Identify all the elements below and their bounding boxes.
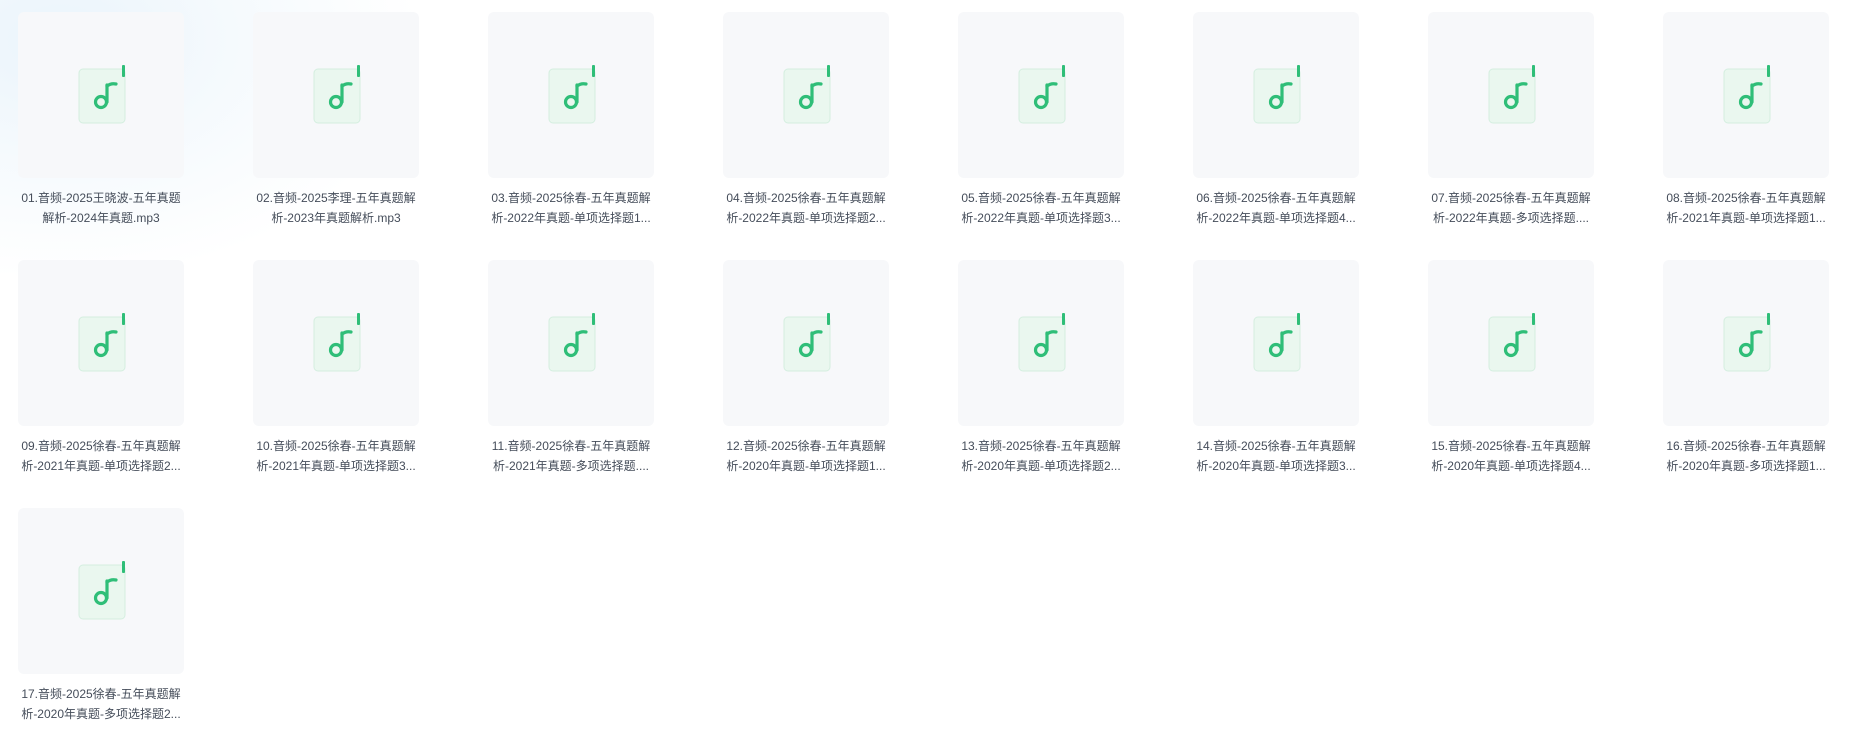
file-thumbnail[interactable] <box>1428 260 1594 426</box>
file-name-line-2: 析-2022年真题-单项选择题3... <box>961 211 1121 225</box>
file-thumbnail[interactable] <box>723 260 889 426</box>
file-thumbnail[interactable] <box>253 12 419 178</box>
file-name-line-1: 08.音频-2025徐春-五年真题解 <box>1666 191 1826 205</box>
file-name: 11.音频-2025徐春-五年真题解 析-2021年真题-多项选择题.... <box>453 436 689 476</box>
file-name-line-1: 05.音频-2025徐春-五年真题解 <box>961 191 1121 205</box>
file-name-line-2: 析-2020年真题-单项选择题2... <box>961 459 1121 473</box>
file-thumbnail[interactable] <box>18 260 184 426</box>
file-thumbnail[interactable] <box>1663 260 1829 426</box>
file-name: 06.音频-2025徐春-五年真题解 析-2022年真题-单项选择题4... <box>1158 188 1394 228</box>
file-name-line-1: 17.音频-2025徐春-五年真题解 <box>21 687 181 701</box>
file-name-line-1: 14.音频-2025徐春-五年真题解 <box>1196 439 1356 453</box>
file-name-line-1: 04.音频-2025徐春-五年真题解 <box>726 191 886 205</box>
file-name-line-2: 析-2020年真题-单项选择题4... <box>1431 459 1591 473</box>
file-item[interactable]: 05.音频-2025徐春-五年真题解 析-2022年真题-单项选择题3... <box>890 0 1125 238</box>
audio-file-icon <box>78 561 128 621</box>
file-item[interactable]: 09.音频-2025徐春-五年真题解 析-2021年真题-单项选择题2... <box>0 248 185 486</box>
file-name-line-2: 析-2022年真题-多项选择题.... <box>1432 211 1590 225</box>
audio-file-icon <box>313 65 363 125</box>
file-name-line-2: 析-2021年真题-单项选择题1... <box>1666 211 1826 225</box>
file-thumbnail[interactable] <box>1193 260 1359 426</box>
file-name: 07.音频-2025徐春-五年真题解 析-2022年真题-多项选择题.... <box>1393 188 1629 228</box>
file-item[interactable]: 01.音频-2025王晓波-五年真题 解析-2024年真题.mp3 <box>0 0 185 238</box>
audio-file-icon <box>1018 65 1068 125</box>
file-item[interactable]: 12.音频-2025徐春-五年真题解 析-2020年真题-单项选择题1... <box>655 248 890 486</box>
file-thumbnail[interactable] <box>958 260 1124 426</box>
file-name: 13.音频-2025徐春-五年真题解 析-2020年真题-单项选择题2... <box>923 436 1159 476</box>
file-name: 03.音频-2025徐春-五年真题解 析-2022年真题-单项选择题1... <box>453 188 689 228</box>
file-name-line-2: 析-2022年真题-单项选择题2... <box>726 211 886 225</box>
audio-file-icon <box>548 313 598 373</box>
file-name-line-1: 06.音频-2025徐春-五年真题解 <box>1196 191 1356 205</box>
file-name: 02.音频-2025李理-五年真题解 析-2023年真题解析.mp3 <box>218 188 454 228</box>
file-item[interactable]: 10.音频-2025徐春-五年真题解 析-2021年真题-单项选择题3... <box>185 248 420 486</box>
file-item[interactable]: 15.音频-2025徐春-五年真题解 析-2020年真题-单项选择题4... <box>1360 248 1595 486</box>
audio-file-icon <box>1723 65 1773 125</box>
file-name-line-1: 16.音频-2025徐春-五年真题解 <box>1666 439 1826 453</box>
file-name-line-2: 析-2022年真题-单项选择题1... <box>491 211 651 225</box>
file-thumbnail[interactable] <box>1428 12 1594 178</box>
file-name-line-1: 02.音频-2025李理-五年真题解 <box>256 191 416 205</box>
audio-file-icon <box>1018 313 1068 373</box>
audio-file-icon <box>1488 65 1538 125</box>
file-name: 16.音频-2025徐春-五年真题解 析-2020年真题-多项选择题1... <box>1628 436 1855 476</box>
file-thumbnail[interactable] <box>18 12 184 178</box>
file-name-line-1: 10.音频-2025徐春-五年真题解 <box>256 439 416 453</box>
file-thumbnail[interactable] <box>488 12 654 178</box>
file-name-line-2: 析-2020年真题-多项选择题2... <box>21 707 181 721</box>
file-name-line-1: 13.音频-2025徐春-五年真题解 <box>961 439 1121 453</box>
file-name-line-1: 07.音频-2025徐春-五年真题解 <box>1431 191 1591 205</box>
file-item[interactable]: 17.音频-2025徐春-五年真题解 析-2020年真题-多项选择题2... <box>0 496 185 734</box>
audio-file-icon <box>783 313 833 373</box>
file-name: 17.音频-2025徐春-五年真题解 析-2020年真题-多项选择题2... <box>0 684 219 724</box>
file-thumbnail[interactable] <box>1193 12 1359 178</box>
audio-file-icon <box>1488 313 1538 373</box>
file-name: 04.音频-2025徐春-五年真题解 析-2022年真题-单项选择题2... <box>688 188 924 228</box>
file-item[interactable]: 13.音频-2025徐春-五年真题解 析-2020年真题-单项选择题2... <box>890 248 1125 486</box>
file-name-line-2: 析-2023年真题解析.mp3 <box>271 211 401 225</box>
file-name-line-1: 15.音频-2025徐春-五年真题解 <box>1431 439 1591 453</box>
file-name: 14.音频-2025徐春-五年真题解 析-2020年真题-单项选择题3... <box>1158 436 1394 476</box>
file-name-line-2: 析-2020年真题-单项选择题3... <box>1196 459 1356 473</box>
file-thumbnail[interactable] <box>723 12 889 178</box>
file-thumbnail[interactable] <box>18 508 184 674</box>
file-name: 08.音频-2025徐春-五年真题解 析-2021年真题-单项选择题1... <box>1628 188 1855 228</box>
file-item[interactable]: 16.音频-2025徐春-五年真题解 析-2020年真题-多项选择题1... <box>1595 248 1830 486</box>
file-name: 15.音频-2025徐春-五年真题解 析-2020年真题-单项选择题4... <box>1393 436 1629 476</box>
file-name-line-1: 11.音频-2025徐春-五年真题解 <box>491 439 651 453</box>
file-name-line-2: 析-2020年真题-单项选择题1... <box>726 459 886 473</box>
file-thumbnail[interactable] <box>958 12 1124 178</box>
file-name: 12.音频-2025徐春-五年真题解 析-2020年真题-单项选择题1... <box>688 436 924 476</box>
audio-file-icon <box>78 313 128 373</box>
file-name-line-1: 12.音频-2025徐春-五年真题解 <box>726 439 886 453</box>
file-item[interactable]: 08.音频-2025徐春-五年真题解 析-2021年真题-单项选择题1... <box>1595 0 1830 238</box>
file-thumbnail[interactable] <box>488 260 654 426</box>
file-name-line-2: 析-2021年真题-单项选择题3... <box>256 459 416 473</box>
file-item[interactable]: 14.音频-2025徐春-五年真题解 析-2020年真题-单项选择题3... <box>1125 248 1360 486</box>
file-grid-page: 01.音频-2025王晓波-五年真题 解析-2024年真题.mp3 02.音频-… <box>0 0 1855 752</box>
file-name: 05.音频-2025徐春-五年真题解 析-2022年真题-单项选择题3... <box>923 188 1159 228</box>
audio-file-icon <box>783 65 833 125</box>
file-thumbnail[interactable] <box>253 260 419 426</box>
file-item[interactable]: 06.音频-2025徐春-五年真题解 析-2022年真题-单项选择题4... <box>1125 0 1360 238</box>
audio-file-icon <box>548 65 598 125</box>
audio-file-icon <box>1723 313 1773 373</box>
file-name-line-2: 析-2020年真题-多项选择题1... <box>1666 459 1826 473</box>
file-name-line-2: 析-2022年真题-单项选择题4... <box>1196 211 1356 225</box>
file-name-line-2: 析-2021年真题-多项选择题.... <box>492 459 650 473</box>
file-item[interactable]: 03.音频-2025徐春-五年真题解 析-2022年真题-单项选择题1... <box>420 0 655 238</box>
file-item[interactable]: 07.音频-2025徐春-五年真题解 析-2022年真题-多项选择题.... <box>1360 0 1595 238</box>
audio-file-icon <box>313 313 363 373</box>
file-item[interactable]: 04.音频-2025徐春-五年真题解 析-2022年真题-单项选择题2... <box>655 0 890 238</box>
audio-file-icon <box>1253 313 1303 373</box>
file-thumbnail[interactable] <box>1663 12 1829 178</box>
file-item[interactable]: 02.音频-2025李理-五年真题解 析-2023年真题解析.mp3 <box>185 0 420 238</box>
file-name-line-1: 03.音频-2025徐春-五年真题解 <box>491 191 651 205</box>
audio-file-icon <box>78 65 128 125</box>
audio-file-icon <box>1253 65 1303 125</box>
file-item[interactable]: 11.音频-2025徐春-五年真题解 析-2021年真题-多项选择题.... <box>420 248 655 486</box>
file-name: 10.音频-2025徐春-五年真题解 析-2021年真题-单项选择题3... <box>218 436 454 476</box>
